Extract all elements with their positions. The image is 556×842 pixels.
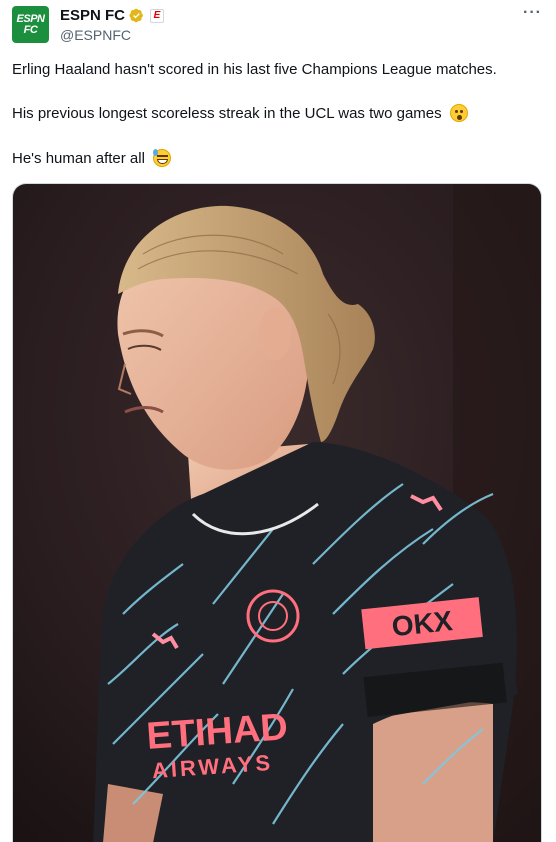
verified-badge-icon: [129, 8, 143, 23]
name-row: ESPN FC E: [60, 7, 165, 24]
tweet-photo[interactable]: OKX ETIHAD AIRWAYS: [12, 183, 542, 842]
surprised-face-emoji-icon: [449, 104, 468, 122]
avatar-text-top: ESPN: [16, 12, 45, 25]
tweet-text-line-1: Erling Haaland hasn't scored in his last…: [12, 60, 544, 80]
tweet-text-2: His previous longest scoreless streak in…: [12, 105, 442, 122]
tweet-text-1: Erling Haaland hasn't scored in his last…: [12, 61, 497, 78]
avatar[interactable]: ESPN FC: [12, 6, 49, 43]
tweet-text-line-2: His previous longest scoreless streak in…: [12, 104, 544, 124]
tweet-text-3: He's human after all: [12, 150, 145, 167]
avatar-text-bottom: FC: [23, 23, 38, 36]
tweet-text-line-3: He's human after all: [12, 149, 544, 169]
tweet-header: ESPN FC ESPN FC E @ESPNFC ···: [0, 0, 556, 52]
handle[interactable]: @ESPNFC: [60, 27, 131, 43]
grinning-sweat-emoji-icon: [153, 149, 172, 167]
display-name[interactable]: ESPN FC: [60, 7, 125, 24]
more-options-icon[interactable]: ···: [523, 4, 542, 22]
sleeve-sponsor-text: OKX: [390, 605, 454, 642]
affiliate-badge-icon[interactable]: E: [150, 8, 165, 23]
player-photo-illustration: OKX ETIHAD AIRWAYS: [13, 184, 541, 842]
